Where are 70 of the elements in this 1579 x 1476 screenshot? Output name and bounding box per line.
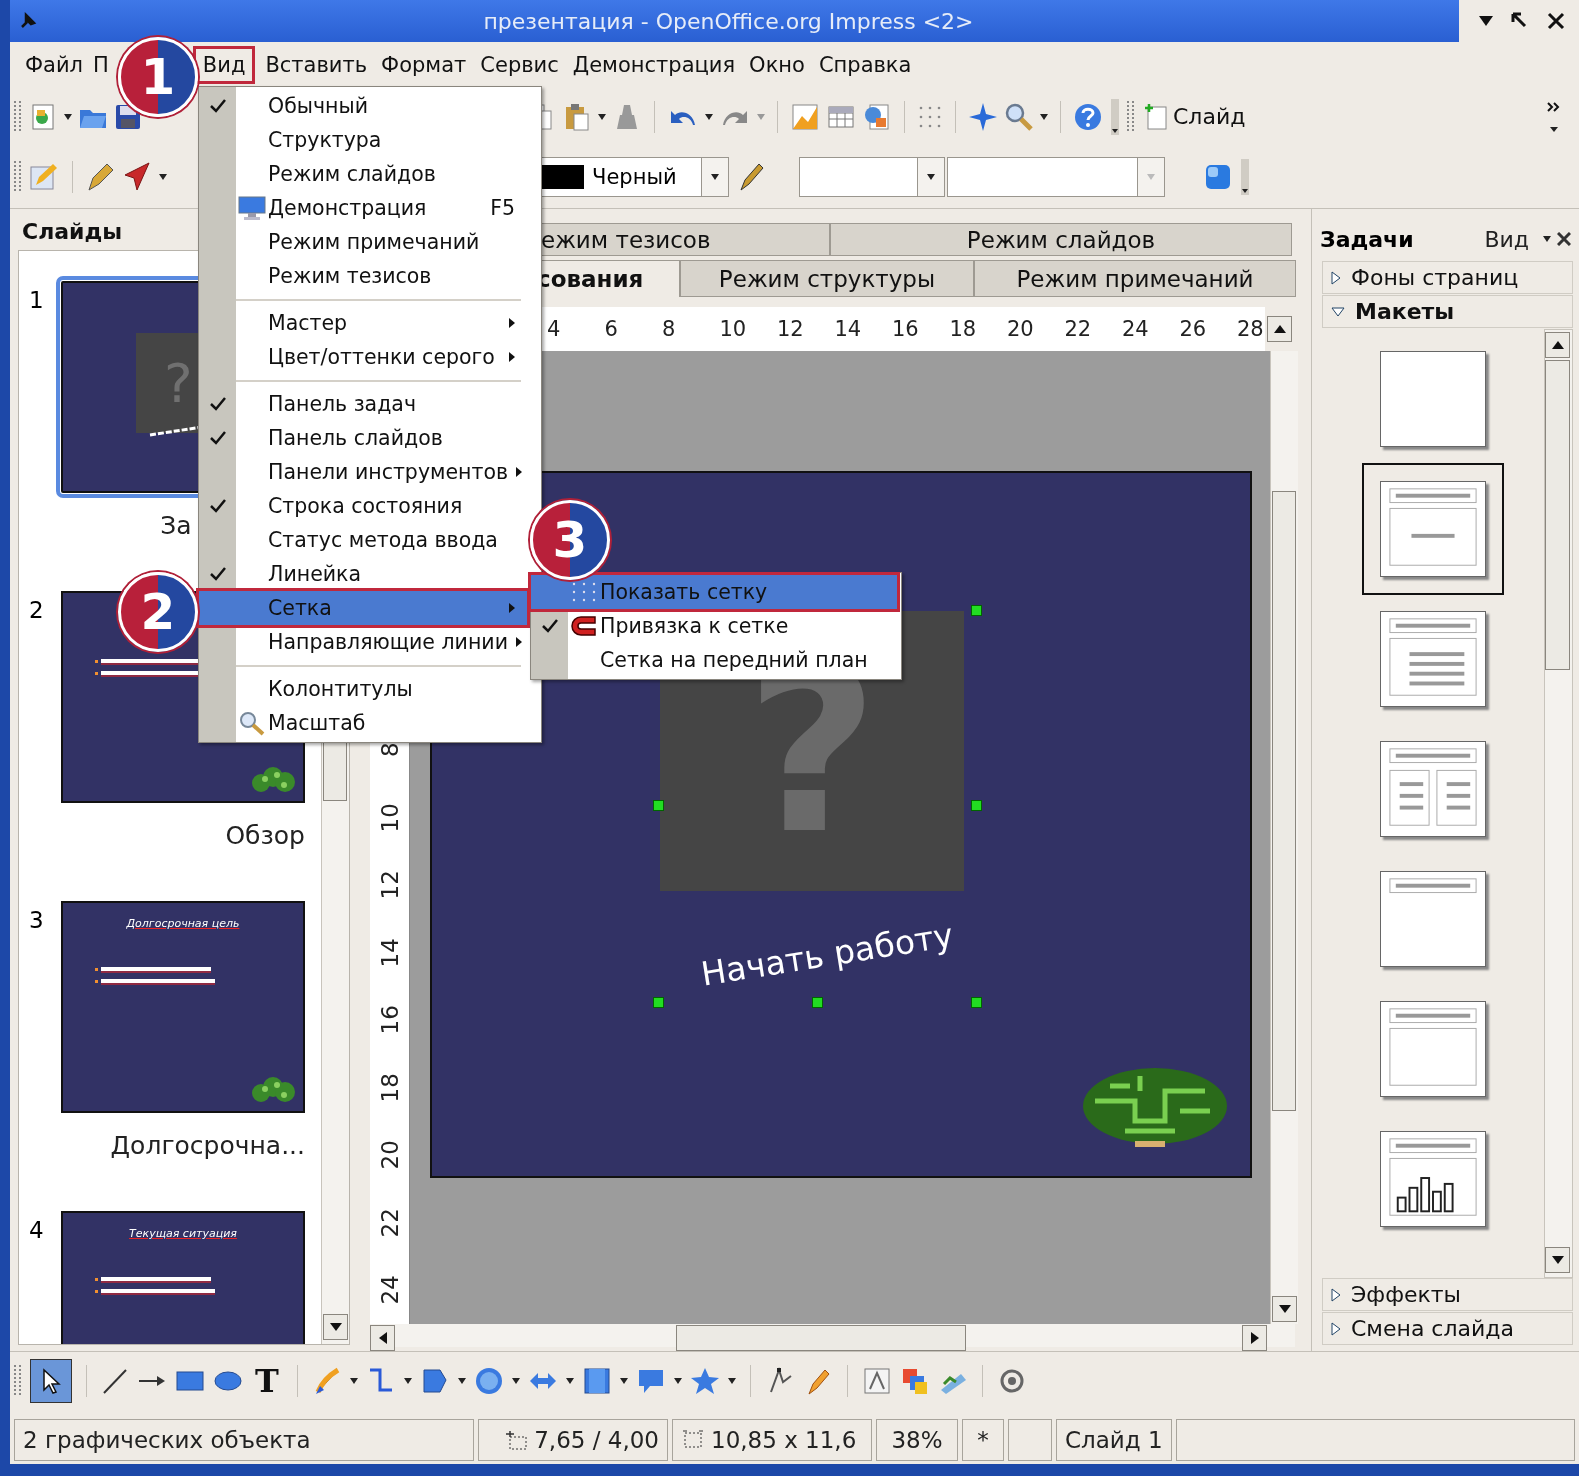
- slide-number: 1: [28, 286, 45, 313]
- ruler-number: 14: [834, 317, 863, 342]
- panel-title: Задачи: [1320, 226, 1415, 252]
- menu-item[interactable]: Демонстрация: [565, 49, 743, 81]
- slide-number: 2: [28, 596, 45, 623]
- slide-heading: Долгосрочная цель: [125, 917, 241, 930]
- slide-name: Долгосрочна...: [109, 1131, 305, 1160]
- panel-section[interactable]: Смена слайда: [1322, 1312, 1573, 1345]
- slide-name: За: [159, 511, 193, 540]
- menu-item[interactable]: Режим слайдов: [199, 157, 527, 191]
- menu-item[interactable]: Справка: [811, 49, 919, 81]
- placeholder-symbol: ?: [164, 351, 193, 415]
- menu-item[interactable]: Обычный: [199, 89, 527, 123]
- menu-item[interactable]: Сервис: [473, 49, 566, 81]
- slide-number: 4: [28, 1216, 45, 1243]
- text-tool-button[interactable]: T: [251, 1362, 283, 1400]
- zoom-readout[interactable]: 38%: [876, 1419, 958, 1461]
- menu-item[interactable]: Вид: [195, 49, 253, 81]
- view-menu-button[interactable]: Вид: [1484, 226, 1551, 252]
- panel-section[interactable]: Макеты: [1322, 295, 1573, 328]
- menu-item[interactable]: Показать сетку: [531, 575, 897, 609]
- ruler-number: 26: [1179, 317, 1208, 342]
- modified-indicator: *: [962, 1419, 1004, 1461]
- position-readout: 7,65 / 4,00: [534, 1427, 659, 1453]
- slide-thumbnail[interactable]: Текущая ситуация: [61, 1211, 305, 1344]
- panel-section[interactable]: Эффекты: [1322, 1278, 1573, 1311]
- new-slide-button[interactable]: Слайд: [1141, 102, 1250, 131]
- ruler-number: 20: [375, 1139, 404, 1172]
- view-tab[interactable]: Режим структуры: [680, 260, 974, 298]
- ruler-number: 24: [1122, 317, 1150, 342]
- panel-title: Слайды: [21, 218, 124, 246]
- menu-item[interactable]: Структура: [199, 123, 527, 157]
- menu-item[interactable]: Окно: [742, 49, 812, 81]
- ruler-number: 4: [547, 317, 562, 342]
- slide-number: 3: [28, 906, 45, 933]
- slide-name: Обзор: [224, 821, 305, 850]
- ruler-number: 10: [375, 801, 404, 834]
- ruler-number: 22: [1064, 317, 1093, 342]
- menu-item[interactable]: Вставить: [258, 49, 375, 81]
- ruler-number: 22: [375, 1206, 404, 1239]
- ruler-number: 16: [892, 317, 920, 342]
- ruler-number: 18: [375, 1071, 404, 1104]
- status-message: 2 графических объекта: [14, 1419, 474, 1461]
- view-tab[interactable]: Режим примечаний: [974, 260, 1296, 298]
- ruler-number: 18: [949, 317, 978, 342]
- slide-text[interactable]: Начать работу: [698, 915, 956, 994]
- menu-item[interactable]: Формат: [374, 49, 474, 81]
- ruler-number: 10: [719, 317, 748, 342]
- menu-item[interactable]: П: [90, 49, 112, 81]
- ruler-number: 6: [604, 317, 619, 342]
- ruler-number: 14: [375, 936, 404, 969]
- window-title: презентация - OpenOffice.org Impress <2>: [483, 8, 974, 34]
- ruler-number: 8: [662, 317, 677, 342]
- view-tab[interactable]: Режим слайдов: [830, 223, 1292, 257]
- slide-indicator: Слайд 1: [1056, 1419, 1172, 1461]
- slide-heading: Текущая ситуация: [128, 1227, 238, 1240]
- ruler-number: 12: [375, 869, 404, 902]
- size-readout: 10,85 x 11,6: [711, 1427, 857, 1453]
- ruler-number: 28: [1237, 317, 1264, 342]
- ruler-number: 16: [375, 1004, 404, 1037]
- ruler-number: 24: [375, 1274, 404, 1307]
- slide-thumbnail[interactable]: Долгосрочная цель: [61, 901, 305, 1113]
- shortcut-label: F5: [490, 196, 515, 220]
- menu-item[interactable]: Демонстрация F5: [199, 191, 527, 225]
- ruler-number: 20: [1007, 317, 1035, 342]
- ruler-number: 8: [375, 741, 404, 760]
- menu-item[interactable]: Файл: [18, 49, 91, 81]
- panel-section[interactable]: Фоны страниц: [1322, 261, 1573, 294]
- ruler-number: 12: [777, 317, 805, 342]
- menu-item[interactable]: Сетка: [199, 591, 527, 625]
